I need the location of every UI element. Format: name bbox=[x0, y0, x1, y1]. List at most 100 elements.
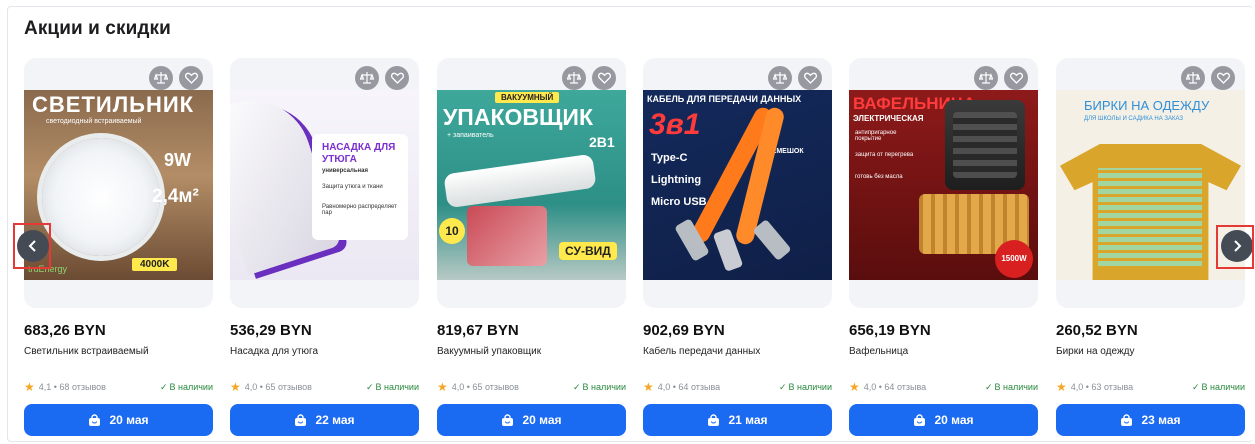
product-card[interactable]: КАБЕЛЬ ДЛЯ ПЕРЕДАЧИ ДАННЫХ 3в1 Type-C Li… bbox=[643, 58, 832, 438]
favorite-button[interactable] bbox=[798, 66, 822, 90]
product-image[interactable]: БИРКИ НА ОДЕЖДУ ДЛЯ ШКОЛЫ И САДИКА НА ЗА… bbox=[1056, 58, 1245, 308]
scales-icon bbox=[567, 72, 581, 84]
product-image[interactable]: ВАКУУМНЫЙ УПАКОВЩИК + запаиватель 2В1 10… bbox=[437, 58, 626, 308]
star-icon: ★ bbox=[437, 380, 448, 394]
product-photo: ВАКУУМНЫЙ УПАКОВЩИК + запаиватель 2В1 10… bbox=[437, 90, 626, 280]
sealer-shape bbox=[443, 153, 597, 209]
star-icon: ★ bbox=[24, 380, 35, 394]
star-icon: ★ bbox=[849, 380, 860, 394]
stock-label: В наличии bbox=[169, 381, 213, 392]
delivery-date: 20 мая bbox=[109, 413, 149, 427]
delivery-button[interactable]: 20 мая bbox=[24, 404, 213, 436]
heart-icon bbox=[597, 72, 611, 84]
photo-subtext: ЭЛЕКТРИЧЕСКАЯ bbox=[853, 114, 924, 123]
scales-icon bbox=[1186, 72, 1200, 84]
favorite-button[interactable] bbox=[592, 66, 616, 90]
delivery-button[interactable]: 20 мая bbox=[437, 404, 626, 436]
stock-label: В наличии bbox=[1201, 381, 1245, 392]
star-icon: ★ bbox=[230, 380, 241, 394]
delivery-date: 22 мая bbox=[315, 413, 355, 427]
photo-headline: УПАКОВЩИК bbox=[443, 104, 593, 130]
compare-button[interactable] bbox=[149, 66, 173, 90]
photo-power: 1500W bbox=[995, 240, 1033, 278]
stock-label: В наличии bbox=[994, 381, 1038, 392]
product-photo: СВЕТИЛЬНИК светодиодный встраиваемый 9W … bbox=[24, 90, 213, 280]
product-card[interactable]: СВЕТИЛЬНИК светодиодный встраиваемый 9W … bbox=[24, 58, 213, 438]
product-rating: 4,0 • 64 отзыва bbox=[863, 382, 927, 392]
check-icon: ✓ bbox=[984, 381, 993, 392]
product-price: 819,67 BYN bbox=[437, 322, 519, 339]
product-price: 260,52 BYN bbox=[1056, 322, 1138, 339]
scales-icon bbox=[154, 72, 168, 84]
favorite-button[interactable] bbox=[385, 66, 409, 90]
favorite-button[interactable] bbox=[1004, 66, 1028, 90]
scales-icon bbox=[360, 72, 374, 84]
photo-feature: антипригарное покрытие bbox=[855, 130, 897, 142]
product-name[interactable]: Насадка для утюга bbox=[230, 346, 318, 357]
product-rating: 4,0 • 65 отзывов bbox=[451, 382, 519, 392]
photo-subtext: ДЛЯ ШКОЛЫ И САДИКА НА ЗАКАЗ bbox=[1084, 116, 1184, 122]
check-icon: ✓ bbox=[365, 381, 374, 392]
shopping-bag-icon bbox=[501, 413, 514, 427]
shopping-bag-icon bbox=[88, 413, 101, 427]
product-price: 683,26 BYN bbox=[24, 322, 106, 339]
product-meta: ★ 4,0 • 65 отзывов ✓ В наличии bbox=[437, 380, 626, 394]
delivery-date: 20 мая bbox=[522, 413, 562, 427]
compare-button[interactable] bbox=[355, 66, 379, 90]
product-photo: НАСАДКА ДЛЯ УТЮГА универсальная Защита у… bbox=[230, 90, 419, 280]
stock-status: ✓ В наличии bbox=[1192, 382, 1245, 393]
delivery-button[interactable]: 21 мая bbox=[643, 404, 832, 436]
product-meta: ★ 4,0 • 64 отзыва ✓ В наличии bbox=[849, 380, 1038, 394]
compare-button[interactable] bbox=[562, 66, 586, 90]
product-image[interactable]: ВАФЕЛЬНИЦА ЭЛЕКТРИЧЕСКАЯ антипригарное п… bbox=[849, 58, 1038, 308]
photo-type: Micro USB bbox=[651, 196, 707, 208]
plug-shape bbox=[752, 218, 792, 262]
meat-bag-shape bbox=[467, 206, 547, 266]
product-name[interactable]: Светильник встраиваемый bbox=[24, 346, 149, 357]
product-card[interactable]: ВАКУУМНЫЙ УПАКОВЩИК + запаиватель 2В1 10… bbox=[437, 58, 626, 438]
delivery-button[interactable]: 20 мая bbox=[849, 404, 1038, 436]
photo-badge: ВАКУУМНЫЙ bbox=[495, 92, 560, 103]
product-price: 656,19 BYN bbox=[849, 322, 931, 339]
product-name[interactable]: Кабель передачи данных bbox=[643, 346, 760, 357]
product-name[interactable]: Вакуумный упаковщик bbox=[437, 346, 541, 357]
photo-area: 2,4м² bbox=[152, 186, 199, 207]
photo-feature: готовь без масла bbox=[855, 174, 903, 180]
stock-status: ✓ В наличии bbox=[779, 382, 832, 393]
favorite-button[interactable] bbox=[1211, 66, 1235, 90]
photo-feature: Защита утюга и ткани bbox=[322, 184, 383, 190]
product-image[interactable]: НАСАДКА ДЛЯ УТЮГА универсальная Защита у… bbox=[230, 58, 419, 308]
stock-status: ✓ В наличии bbox=[160, 382, 213, 393]
delivery-date: 21 мая bbox=[728, 413, 768, 427]
photo-power: 9W bbox=[164, 150, 191, 170]
heart-icon bbox=[1216, 72, 1230, 84]
product-meta: ★ 4,0 • 63 отзыва ✓ В наличии bbox=[1056, 380, 1245, 394]
stock-label: В наличии bbox=[788, 381, 832, 392]
highlight-frame-right bbox=[1216, 225, 1254, 269]
photo-headline: НАСАДКА ДЛЯ УТЮГА bbox=[322, 142, 396, 165]
heart-icon bbox=[1009, 72, 1023, 84]
product-image[interactable]: СВЕТИЛЬНИК светодиодный встраиваемый 9W … bbox=[24, 58, 213, 308]
product-name[interactable]: Вафельница bbox=[849, 346, 908, 357]
delivery-date: 23 мая bbox=[1141, 413, 1181, 427]
check-icon: ✓ bbox=[159, 381, 168, 392]
photo-subtext: светодиодный встраиваемый bbox=[46, 118, 142, 125]
favorite-button[interactable] bbox=[179, 66, 203, 90]
product-name[interactable]: Бирки на одежду bbox=[1056, 346, 1134, 357]
check-icon: ✓ bbox=[778, 381, 787, 392]
compare-button[interactable] bbox=[974, 66, 998, 90]
delivery-button[interactable]: 23 мая bbox=[1056, 404, 1245, 436]
scales-icon bbox=[773, 72, 787, 84]
photo-subtext: + запаиватель bbox=[447, 132, 494, 139]
photo-count: 10 bbox=[439, 218, 465, 244]
product-image[interactable]: КАБЕЛЬ ДЛЯ ПЕРЕДАЧИ ДАННЫХ 3в1 Type-C Li… bbox=[643, 58, 832, 308]
delivery-button[interactable]: 22 мая bbox=[230, 404, 419, 436]
compare-button[interactable] bbox=[768, 66, 792, 90]
shopping-bag-icon bbox=[913, 413, 926, 427]
compare-button[interactable] bbox=[1181, 66, 1205, 90]
product-card[interactable]: ВАФЕЛЬНИЦА ЭЛЕКТРИЧЕСКАЯ антипригарное п… bbox=[849, 58, 1038, 438]
product-card[interactable]: НАСАДКА ДЛЯ УТЮГА универсальная Защита у… bbox=[230, 58, 419, 438]
photo-temp: 4000K bbox=[132, 258, 178, 271]
stock-status: ✓ В наличии bbox=[366, 382, 419, 393]
waffle-grid-shape bbox=[953, 112, 1017, 178]
